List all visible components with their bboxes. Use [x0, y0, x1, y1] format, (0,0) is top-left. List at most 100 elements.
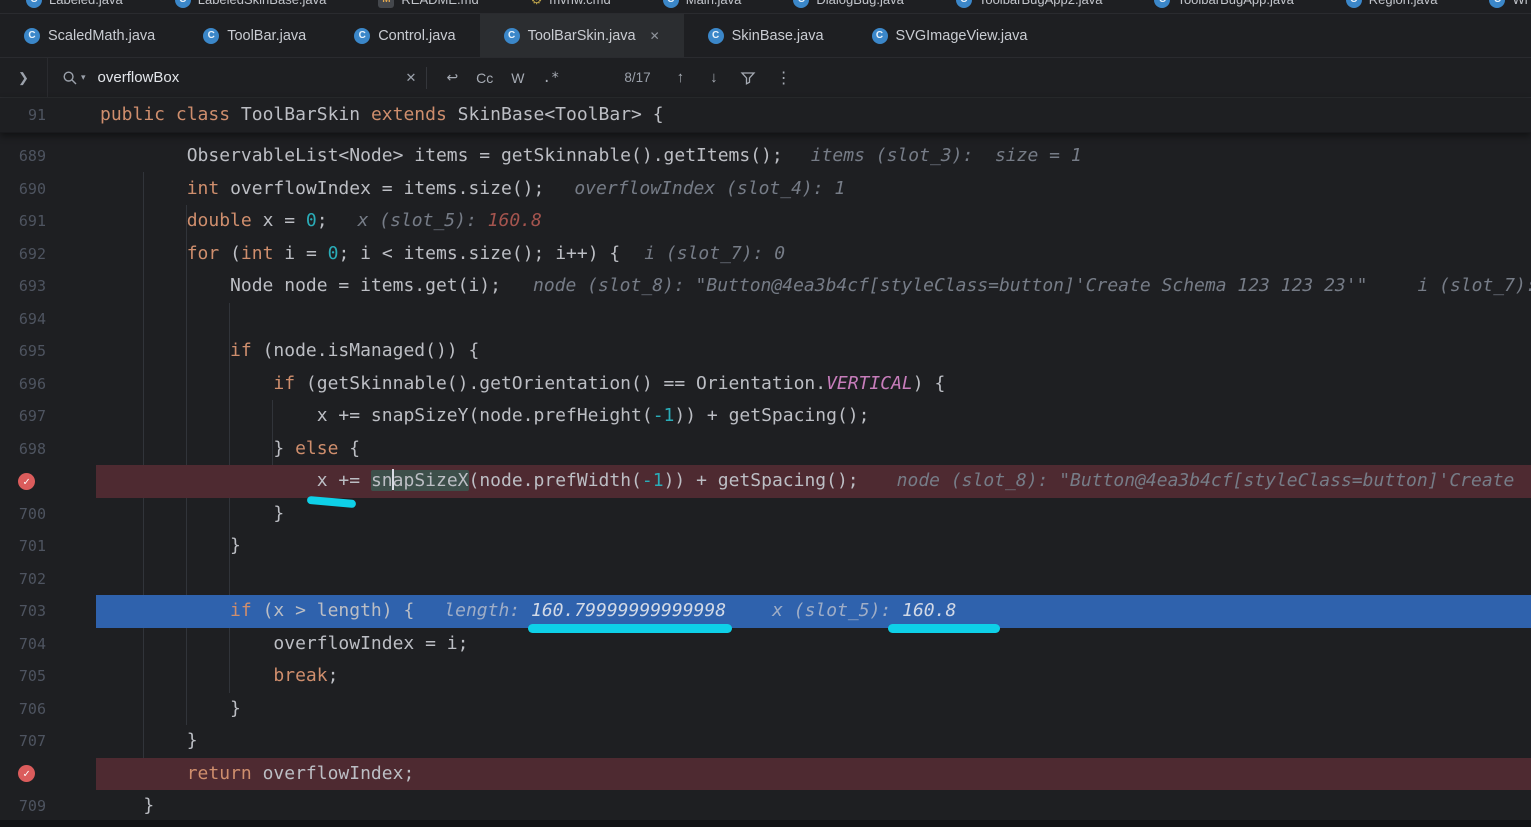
whole-words-toggle[interactable]: W [502, 70, 533, 86]
code-text: if (getSkinnable().getOrientation() == O… [96, 373, 945, 394]
sticky-line[interactable]: 91public class ToolBarSkin extends SkinB… [0, 98, 1531, 133]
tab-skinbase-java[interactable]: CSkinBase.java [684, 14, 848, 57]
tab-toolbarskin-java[interactable]: C ToolBarSkin.java ✕ [480, 14, 684, 57]
code-text: overflowIndex = i; [96, 633, 468, 654]
hint-token: 160.79999999999998 [531, 595, 726, 628]
gutter: 697 [0, 400, 96, 433]
tab-label: Labeled.java [49, 0, 123, 7]
tab-region-java[interactable]: CRegion.java [1320, 0, 1464, 8]
code-line-705[interactable]: 705 break; [0, 660, 1531, 693]
close-tab-icon[interactable]: ✕ [650, 29, 660, 43]
code-token: (node.prefWidth( [469, 470, 642, 491]
more-options-icon[interactable]: ⋮ [776, 68, 792, 88]
tab-mvnw-cmd[interactable]: ⚙ mvnw.cmd [505, 0, 637, 8]
tab-wi[interactable]: CWi [1463, 0, 1531, 8]
line-number: 697 [0, 400, 46, 433]
tab-label: mvnw.cmd [549, 0, 610, 7]
code-line-690[interactable]: 690 int overflowIndex = items.size();ove… [0, 173, 1531, 206]
next-occurrence-icon[interactable]: ↓ [710, 69, 718, 86]
debugger-inline-hint: length: 160.79999999999998 [444, 600, 726, 621]
code-text: x += snapSizeY(node.prefHeight(-1)) + ge… [96, 405, 869, 426]
code-line-708[interactable]: ✓ return overflowIndex; [0, 758, 1531, 791]
gutter: 706 [0, 693, 96, 726]
code-line-698[interactable]: 698 } else { [0, 433, 1531, 466]
code-token: ToolBarSkin [241, 104, 371, 125]
code-line-704[interactable]: 704 overflowIndex = i; [0, 628, 1531, 661]
tab-readme-md[interactable]: MREADME.md [352, 0, 504, 8]
tab-scaledmath-java[interactable]: CScaledMath.java [0, 14, 179, 57]
code-line-706[interactable]: 706 } [0, 693, 1531, 726]
code-line-697[interactable]: 697 x += snapSizeY(node.prefHeight(-1)) … [0, 400, 1531, 433]
tab-control-java[interactable]: CControl.java [330, 14, 479, 57]
search-results-count: 8/17 [624, 70, 650, 85]
tab-label: ToolBarSkin.java [528, 28, 636, 44]
code-token: 0 [328, 243, 339, 264]
chevron-right-icon: ❯ [18, 70, 29, 86]
code-line-701[interactable]: 701 } [0, 530, 1531, 563]
tab-label: ToolbarBugApp2.java [979, 0, 1103, 7]
code-line-692[interactable]: 692 for (int i = 0; i < items.size(); i+… [0, 238, 1531, 271]
code-text: x += snapSizeX(node.prefWidth(-1)) + get… [96, 470, 859, 491]
code-line-689[interactable]: 689 ObservableList<Node> items = getSkin… [0, 140, 1531, 173]
search-icon[interactable]: ▾ [62, 70, 86, 86]
line-number: 702 [0, 563, 46, 596]
regex-toggle[interactable]: .* [534, 70, 569, 86]
indent [100, 243, 187, 264]
hint-token: overflowIndex (slot_4): 1 [574, 178, 845, 199]
tab-dialogbug-java[interactable]: CDialogBug.java [767, 0, 929, 8]
code-token: ) { [913, 373, 946, 394]
breakpoint-icon[interactable]: ✓ [18, 765, 35, 782]
previous-occurrence-icon[interactable]: ↑ [677, 69, 685, 86]
java-class-icon: C [504, 28, 520, 44]
code-token: int [187, 178, 230, 199]
gear-icon: ⚙ [531, 0, 543, 8]
tab-toolbar-java[interactable]: CToolBar.java [179, 14, 330, 57]
code-token: { [349, 438, 360, 459]
tab-toolbarbugapp-java[interactable]: CToolbarBugApp.java [1128, 0, 1319, 8]
code-editor[interactable]: 689 ObservableList<Node> items = getSkin… [0, 133, 1531, 827]
code-line-699[interactable]: ✓ x += snapSizeX(node.prefWidth(-1)) + g… [0, 465, 1531, 498]
code-token: (x > length) { [263, 600, 415, 621]
code-token: int [241, 243, 284, 264]
tab-svgimageview-java[interactable]: CSVGImageView.java [848, 14, 1052, 57]
filter-icon[interactable] [740, 70, 756, 86]
match-case-toggle[interactable]: Cc [467, 70, 502, 86]
tab-labeledskinbase-java[interactable]: CLabeledSkinBase.java [149, 0, 353, 8]
code-text: } [96, 698, 241, 719]
line-number: 695 [0, 335, 46, 368]
code-line-695[interactable]: 695 if (node.isManaged()) { [0, 335, 1531, 368]
line-number: 696 [0, 368, 46, 401]
code-text: } [96, 730, 198, 751]
ide-window: CLabeled.javaCLabeledSkinBase.javaMREADM… [0, 0, 1531, 827]
hint-token: i (slot_7): 0 [644, 243, 785, 264]
tab-labeled-java[interactable]: CLabeled.java [0, 0, 149, 8]
gutter: 702 [0, 563, 96, 596]
indent [100, 535, 230, 556]
code-line-691[interactable]: 691 double x = 0;x (slot_5): 160.8 [0, 205, 1531, 238]
code-token: Node node = items.get(i); [230, 275, 501, 296]
tab-label: Wi [1512, 0, 1527, 7]
code-line-694[interactable]: 694 [0, 303, 1531, 336]
java-class-icon: C [956, 0, 972, 8]
code-line-707[interactable]: 707 } [0, 725, 1531, 758]
search-input[interactable] [96, 68, 400, 87]
debugger-inline-hint: node (slot_8): "Button@4ea3b4cf[styleCla… [533, 275, 1367, 296]
code-line-709[interactable]: 709 } [0, 790, 1531, 823]
code-line-696[interactable]: 696 if (getSkinnable().getOrientation() … [0, 368, 1531, 401]
clear-search-icon[interactable]: ✕ [406, 70, 417, 86]
tab-main-java[interactable]: CMain.java [637, 0, 768, 8]
code-text: if (node.isManaged()) { [96, 340, 479, 361]
code-token: sn [371, 470, 393, 491]
code-line-702[interactable]: 702 [0, 563, 1531, 596]
code-line-703[interactable]: 703 if (x > length) {length: 160.7999999… [0, 595, 1531, 628]
tab-label: ToolbarBugApp.java [1177, 0, 1293, 7]
code-line-693[interactable]: 693 Node node = items.get(i);node (slot_… [0, 270, 1531, 303]
tab-toolbarbugapp2-java[interactable]: C ToolbarBugApp2.java [930, 0, 1129, 8]
newline-toggle-icon[interactable]: ↩ [437, 69, 467, 86]
indent [100, 405, 317, 426]
debugger-inline-hint: i (slot_7): [1417, 275, 1531, 296]
expand-replace-button[interactable]: ❯ [0, 58, 48, 97]
code-line-700[interactable]: 700 } [0, 498, 1531, 531]
horizontal-scrollbar[interactable] [0, 820, 1531, 827]
breakpoint-icon[interactable]: ✓ [18, 473, 35, 490]
